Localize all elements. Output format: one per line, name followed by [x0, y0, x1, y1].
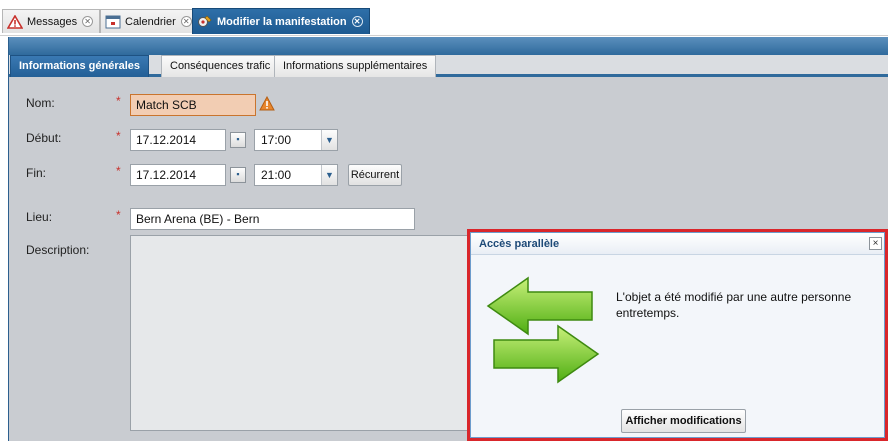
required-marker: *: [116, 164, 121, 178]
name-field[interactable]: Match SCB: [130, 94, 256, 116]
calendar-icon: [105, 14, 121, 30]
calendar-picker-icon[interactable]: ▪: [230, 167, 246, 183]
tab-calendrier-label: Calendrier: [125, 15, 176, 28]
tab-modifier-manifestation[interactable]: Modifier la manifestation ✕: [192, 8, 370, 34]
location-field[interactable]: Bern Arena (BE) - Bern: [130, 208, 415, 230]
dialog-title: Accès parallèle: [479, 238, 560, 250]
required-marker: *: [116, 129, 121, 143]
location-label: Lieu:: [26, 210, 53, 224]
tab-modifier-manifestation-label: Modifier la manifestation: [217, 15, 347, 28]
panel-header-strip: [9, 37, 888, 55]
event-edit-icon: [197, 14, 213, 30]
start-time-value: 17:00: [261, 133, 292, 147]
tab-calendrier[interactable]: Calendrier ✕: [100, 9, 199, 33]
close-icon[interactable]: ✕: [82, 16, 94, 27]
start-label: Début:: [26, 131, 62, 145]
close-icon[interactable]: ✕: [180, 16, 192, 27]
close-icon[interactable]: ✕: [351, 16, 363, 27]
close-icon[interactable]: ×: [869, 237, 882, 250]
show-changes-button[interactable]: Afficher modifications: [621, 409, 746, 433]
sub-tab-bar: Informations générales Conséquences traf…: [9, 55, 888, 77]
dialog-header: Accès parallèle ×: [471, 233, 884, 255]
start-date-field[interactable]: 17.12.2014: [130, 129, 226, 151]
tab-consequences-trafic[interactable]: Conséquences trafic: [161, 55, 280, 77]
chevron-down-icon[interactable]: ▼: [321, 165, 337, 185]
recurrent-button[interactable]: Récurrent: [348, 164, 402, 186]
end-label: Fin:: [26, 166, 47, 180]
end-time-value: 21:00: [261, 168, 292, 182]
tab-messages[interactable]: Messages ✕: [2, 9, 101, 33]
required-marker: *: [116, 94, 121, 108]
chevron-down-icon[interactable]: ▼: [321, 130, 337, 150]
parallel-access-dialog: Accès parallèle × L'objet a été modifié …: [467, 229, 888, 441]
start-time-select[interactable]: 17:00 ▼: [254, 129, 338, 151]
dialog-body: Accès parallèle × L'objet a été modifié …: [470, 232, 885, 438]
tab-informations-supplementaires[interactable]: Informations supplémentaires: [274, 55, 437, 77]
tab-messages-label: Messages: [27, 15, 78, 28]
name-label: Nom:: [26, 96, 55, 110]
warning-icon: [259, 95, 275, 114]
sync-arrows-icon: [486, 276, 606, 386]
end-date-field[interactable]: 17.12.2014: [130, 164, 226, 186]
dialog-message: L'objet a été modifié par une autre pers…: [616, 290, 852, 320]
description-label: Description:: [26, 243, 90, 257]
calendar-picker-icon[interactable]: ▪: [230, 132, 246, 148]
tab-informations-generales[interactable]: Informations générales: [10, 55, 150, 77]
warning-icon: [7, 14, 23, 30]
top-tab-bar: Messages ✕ Calendrier ✕ Modifier la mani…: [0, 0, 888, 36]
required-marker: *: [116, 208, 121, 222]
end-time-select[interactable]: 21:00 ▼: [254, 164, 338, 186]
